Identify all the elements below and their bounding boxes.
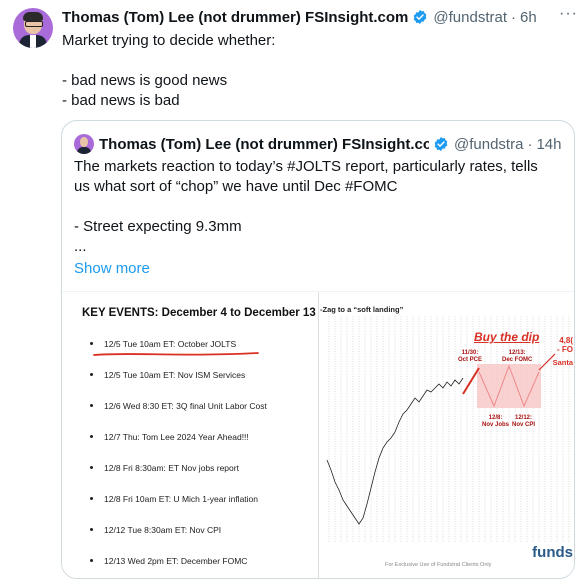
event-item: 12/8 Fri 8:30am: ET Nov jobs report	[88, 462, 267, 493]
label-text: Dec FOMC	[502, 357, 533, 363]
label-date: 12/8:	[488, 415, 503, 421]
cut-label: 4,8(	[559, 336, 573, 345]
event-item: 12/12 Tue 8:30am ET: Nov CPI	[88, 524, 267, 555]
avatar-shirt	[30, 35, 36, 48]
tweet-text-line: - bad news is bad	[62, 92, 180, 109]
quoted-tweet-header: Thomas (Tom) Lee (not drummer) FSInsight…	[74, 134, 566, 154]
quoted-tweet-text: The markets reaction to today’s #JOLTS r…	[74, 157, 564, 279]
quoted-text-line: us what sort of “chop” we have until Dec…	[74, 178, 398, 195]
separator-dot: ·	[527, 135, 533, 153]
quoted-text-line	[74, 197, 564, 217]
event-item: 12/6 Wed 8:30 ET: 3Q final Unit Labor Co…	[88, 400, 267, 431]
key-events-image[interactable]: KEY EVENTS: December 4 to December 13 12…	[62, 292, 318, 578]
quoted-tweet-time: 14h	[536, 135, 562, 153]
quoted-tweet[interactable]: Thomas (Tom) Lee (not drummer) FSInsight…	[61, 120, 575, 579]
buy-dip-arrow	[462, 367, 480, 395]
event-item: 12/13 Wed 2pm ET: December FOMC	[88, 555, 267, 578]
label-text: Oct PCE	[458, 357, 483, 363]
separator-dot: ·	[511, 8, 516, 26]
cut-label: - FO	[557, 345, 573, 354]
cut-label: Santa	[552, 358, 573, 367]
tweet-text-line: - bad news is good news	[62, 72, 228, 89]
quoted-author-avatar[interactable]	[74, 134, 94, 154]
label-date: 12/13:	[508, 350, 526, 356]
avatar-glasses	[25, 21, 43, 27]
avatar-hair	[23, 12, 43, 21]
tweet-header: Thomas (Tom) Lee (not drummer) FSInsight…	[62, 5, 578, 27]
chart-grid	[328, 316, 570, 542]
label-date: 12/12:	[515, 415, 533, 421]
nov-jobs-label: 12/8: Nov Jobs	[482, 415, 509, 429]
quoted-media[interactable]: KEY EVENTS: December 4 to December 13 12…	[62, 291, 574, 578]
event-item: 12/8 Fri 10am ET: U Mich 1-year inflatio…	[88, 493, 267, 524]
key-events-list: 12/5 Tue 10am ET: October JOLTS 12/5 Tue…	[88, 338, 267, 578]
tweet-text-line	[62, 51, 562, 71]
chart-subtitle: -Zag to a “soft landing”	[320, 305, 404, 314]
quoted-author-name[interactable]: Thomas (Tom) Lee (not drummer) FSInsight…	[99, 136, 429, 153]
event-item: 12/7 Thu: Tom Lee 2024 Year Ahead!!!	[88, 431, 267, 462]
author-avatar[interactable]	[13, 8, 53, 48]
show-more-link[interactable]: Show more	[74, 259, 150, 279]
quoted-text-line: ...	[74, 238, 87, 255]
verified-badge-icon	[434, 137, 448, 151]
quoted-text-line: The markets reaction to today’s #JOLTS r…	[74, 158, 538, 175]
tweet-time[interactable]: 6h	[520, 9, 537, 26]
quoted-author-handle: @fundstra	[454, 135, 524, 153]
label-text: Nov CPI	[512, 422, 536, 428]
oct-pce-label: 11/30: Oct PCE	[458, 350, 482, 364]
market-chart-image[interactable]: -Zag to a “soft landing” Buy the dip 4,8…	[318, 292, 574, 578]
more-options-icon[interactable]: ···	[559, 5, 578, 23]
quoted-text-line: - Street expecting 9.3mm	[74, 218, 242, 235]
label-text: Nov Jobs	[482, 422, 510, 428]
key-events-title: KEY EVENTS: December 4 to December 13	[82, 307, 316, 319]
chart-footer-note: For Exclusive Use of Fundstrat Clients O…	[385, 562, 492, 568]
avatar-face	[80, 137, 88, 147]
event-item: 12/5 Tue 10am ET: Nov ISM Services	[88, 369, 267, 400]
verified-badge-icon	[414, 10, 427, 24]
author-name[interactable]: Thomas (Tom) Lee (not drummer) FSInsight…	[62, 9, 408, 26]
tweet-text-line: Market trying to decide whether:	[62, 32, 276, 49]
event-item: 12/5 Tue 10am ET: October JOLTS	[88, 338, 267, 369]
tweet-text: Market trying to decide whether: - bad n…	[62, 31, 562, 111]
label-date: 11/30:	[461, 350, 479, 356]
nov-cpi-label: 12/12: Nov CPI	[512, 415, 535, 429]
forecast-zone	[477, 364, 541, 408]
avatar-body	[77, 147, 91, 154]
dec-fomc-label: 12/13: Dec FOMC	[502, 350, 532, 364]
fundstrat-logo: funds	[532, 544, 573, 561]
author-handle[interactable]: @fundstrat	[433, 9, 507, 26]
buy-the-dip-label: Buy the dip	[474, 330, 540, 344]
